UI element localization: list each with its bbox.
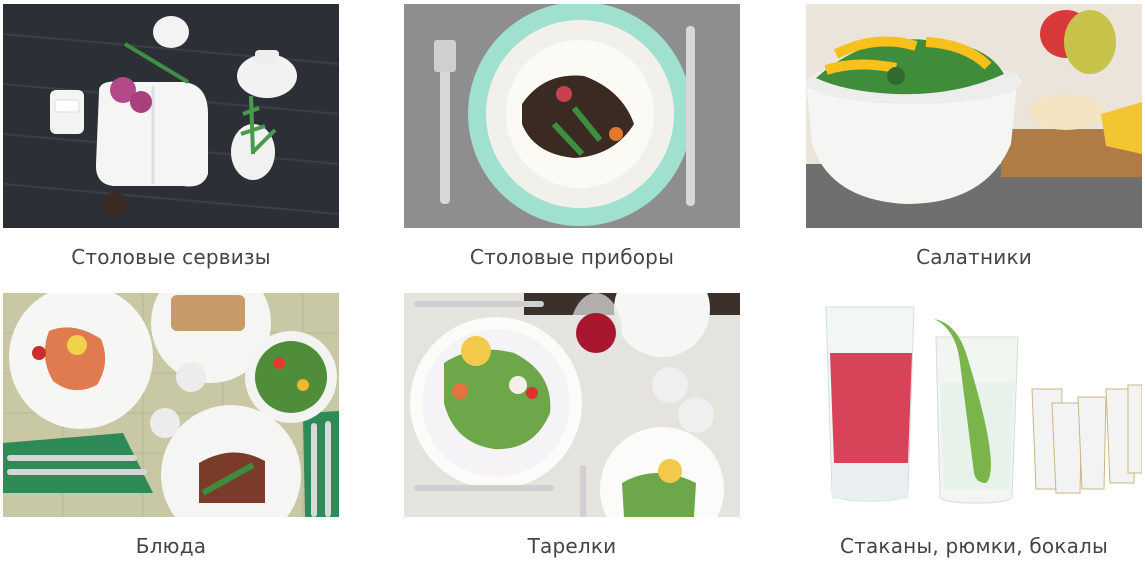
glassware-image[interactable] (806, 293, 1142, 517)
category-card-dinnerware-sets[interactable]: Столовые сервизы (3, 4, 339, 269)
category-card-glassware[interactable]: Стаканы, рюмки, бокалы (806, 293, 1142, 558)
category-title[interactable]: Тарелки (404, 534, 740, 558)
category-title[interactable]: Стаканы, рюмки, бокалы (806, 534, 1142, 558)
cutlery-image[interactable] (404, 4, 740, 228)
category-card-cutlery[interactable]: Столовые приборы (404, 4, 740, 269)
category-card-plates[interactable]: Тарелки (404, 293, 740, 558)
dinnerware-sets-image[interactable] (3, 4, 339, 228)
category-title[interactable]: Салатники (806, 245, 1142, 269)
serving-platters-image[interactable] (3, 293, 339, 517)
salad-bowls-image[interactable] (806, 4, 1142, 228)
category-title[interactable]: Блюда (3, 534, 339, 558)
category-title[interactable]: Столовые сервизы (3, 245, 339, 269)
plates-image[interactable] (404, 293, 740, 517)
category-title[interactable]: Столовые приборы (404, 245, 740, 269)
category-card-salad-bowls[interactable]: Салатники (806, 4, 1142, 269)
category-card-serving-platters[interactable]: Блюда (3, 293, 339, 558)
